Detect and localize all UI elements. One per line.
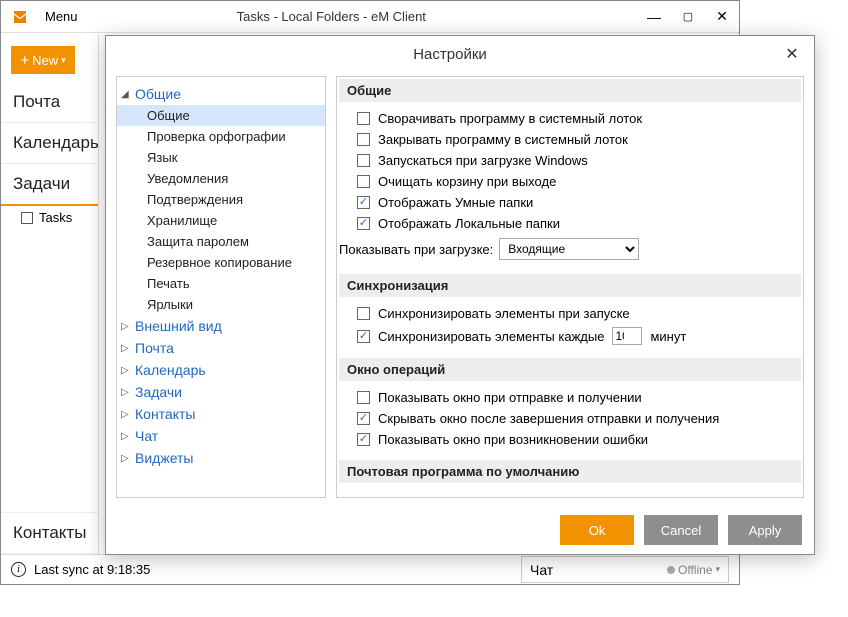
menu-button[interactable]: Menu: [37, 5, 86, 28]
tree-cat-general[interactable]: ◢ Общие: [117, 83, 325, 105]
tree-item-print[interactable]: Печать: [117, 273, 325, 294]
opt-show-on-sendrecv[interactable]: Показывать окно при отправке и получении: [357, 387, 793, 408]
chat-label: Чат: [530, 562, 553, 578]
checkbox-icon: [357, 133, 370, 146]
tree-item-backup[interactable]: Резервное копирование: [117, 252, 325, 273]
dialog-titlebar: Настройки ✕: [106, 36, 814, 72]
tree-cat-chat[interactable]: ▷ Чат: [117, 425, 325, 447]
caret-down-icon: ◢: [121, 89, 129, 100]
close-button[interactable]: ✕: [705, 2, 739, 32]
dialog-footer: Ok Cancel Apply: [106, 506, 814, 554]
minutes-label: минут: [650, 329, 686, 344]
caret-right-icon: ▷: [121, 321, 129, 332]
checkbox-checked-icon: ✓: [357, 196, 370, 209]
nav-mail[interactable]: Почта: [1, 82, 98, 123]
opt-run-on-startup[interactable]: Запускаться при загрузке Windows: [357, 150, 793, 171]
checkbox-checked-icon: ✓: [357, 330, 370, 343]
main-titlebar: Menu Tasks - Local Folders - eM Client —…: [1, 1, 739, 33]
tree-cat-tasks[interactable]: ▷ Задачи: [117, 381, 325, 403]
checkbox-icon: [21, 212, 33, 224]
caret-right-icon: ▷: [121, 431, 129, 442]
cancel-button[interactable]: Cancel: [644, 515, 718, 545]
section-general-head: Общие: [339, 79, 801, 102]
left-sidebar: + New ▾ Почта Календарь Задачи Tasks Кон…: [1, 34, 99, 554]
tree-cat-appearance[interactable]: ▷ Внешний вид: [117, 315, 325, 337]
app-logo-icon: [11, 8, 29, 26]
caret-right-icon: ▷: [121, 343, 129, 354]
caret-right-icon: ▷: [121, 453, 129, 464]
checkbox-icon: [357, 391, 370, 404]
info-icon: i: [11, 562, 26, 577]
section-general-body: Сворачивать программу в системный лоток …: [339, 106, 801, 274]
tree-cat-contacts[interactable]: ▷ Контакты: [117, 403, 325, 425]
settings-panel: Общие Сворачивать программу в системный …: [336, 76, 804, 498]
section-default-client-head: Почтовая программа по умолчанию: [339, 460, 801, 483]
task-folder-tasks[interactable]: Tasks: [1, 206, 98, 229]
minimize-button[interactable]: —: [637, 2, 671, 32]
checkbox-checked-icon: ✓: [357, 217, 370, 230]
show-on-start-label: Показывать при загрузке:: [339, 242, 493, 257]
checkbox-icon: [357, 154, 370, 167]
tree-cat-mail[interactable]: ▷ Почта: [117, 337, 325, 359]
caret-right-icon: ▷: [121, 387, 129, 398]
opt-hide-after-done[interactable]: ✓Скрывать окно после завершения отправки…: [357, 408, 793, 429]
settings-tree: ◢ Общие Общие Проверка орфографии Язык У…: [116, 76, 326, 498]
nav-calendar[interactable]: Календарь: [1, 123, 98, 164]
tree-item-shortcuts[interactable]: Ярлыки: [117, 294, 325, 315]
task-folder-label: Tasks: [39, 210, 72, 225]
checkbox-icon: [357, 307, 370, 320]
section-ops-body: Показывать окно при отправке и получении…: [339, 385, 801, 460]
tree-item-confirmations[interactable]: Подтверждения: [117, 189, 325, 210]
chat-status-panel[interactable]: Чат Offline ▾: [521, 556, 729, 583]
opt-minimize-tray[interactable]: Сворачивать программу в системный лоток: [357, 108, 793, 129]
tree-cat-widgets[interactable]: ▷ Виджеты: [117, 447, 325, 469]
tree-item-spellcheck[interactable]: Проверка орфографии: [117, 126, 325, 147]
tree-item-password[interactable]: Защита паролем: [117, 231, 325, 252]
status-bar: i Last sync at 9:18:35 Чат Offline ▾: [1, 554, 739, 584]
chevron-down-icon: ▾: [715, 564, 720, 575]
new-button-label: New: [32, 53, 58, 68]
offline-label: Offline: [678, 563, 712, 577]
window-title: Tasks - Local Folders - eM Client: [86, 9, 637, 24]
caret-right-icon: ▷: [121, 365, 129, 376]
checkbox-checked-icon: ✓: [357, 412, 370, 425]
opt-sync-startup[interactable]: Синхронизировать элементы при запуске: [357, 303, 793, 324]
dialog-title: Настройки: [118, 46, 782, 63]
tree-item-storage[interactable]: Хранилище: [117, 210, 325, 231]
offline-dot-icon: [667, 566, 675, 574]
tree-cat-calendar[interactable]: ▷ Календарь: [117, 359, 325, 381]
maximize-button[interactable]: ▢: [671, 2, 705, 32]
section-sync-head: Синхронизация: [339, 274, 801, 297]
opt-empty-trash[interactable]: Очищать корзину при выходе: [357, 171, 793, 192]
tree-item-general[interactable]: Общие: [117, 105, 325, 126]
section-sync-body: Синхронизировать элементы при запуске ✓ …: [339, 301, 801, 358]
tree-item-notifications[interactable]: Уведомления: [117, 168, 325, 189]
checkbox-icon: [357, 175, 370, 188]
ok-button[interactable]: Ok: [560, 515, 634, 545]
opt-smart-folders[interactable]: ✓Отображать Умные папки: [357, 192, 793, 213]
settings-dialog: Настройки ✕ ◢ Общие Общие Проверка орфог…: [105, 35, 815, 555]
nav-contacts[interactable]: Контакты: [1, 512, 98, 554]
opt-sync-interval[interactable]: ✓ Синхронизировать элементы каждые минут: [357, 324, 793, 348]
checkbox-checked-icon: ✓: [357, 433, 370, 446]
checkbox-icon: [357, 112, 370, 125]
apply-button[interactable]: Apply: [728, 515, 802, 545]
nav-tasks[interactable]: Задачи: [1, 164, 98, 206]
section-ops-head: Окно операций: [339, 358, 801, 381]
last-sync-text: Last sync at 9:18:35: [34, 562, 150, 577]
caret-right-icon: ▷: [121, 409, 129, 420]
opt-close-tray[interactable]: Закрывать программу в системный лоток: [357, 129, 793, 150]
dialog-close-button[interactable]: ✕: [782, 44, 802, 64]
sync-interval-input[interactable]: [612, 327, 642, 345]
show-on-start-select[interactable]: Входящие: [499, 238, 639, 260]
opt-local-folders[interactable]: ✓Отображать Локальные папки: [357, 213, 793, 234]
opt-show-on-error[interactable]: ✓Показывать окно при возникновении ошибк…: [357, 429, 793, 450]
new-button[interactable]: + New ▾: [11, 46, 75, 74]
tree-item-language[interactable]: Язык: [117, 147, 325, 168]
